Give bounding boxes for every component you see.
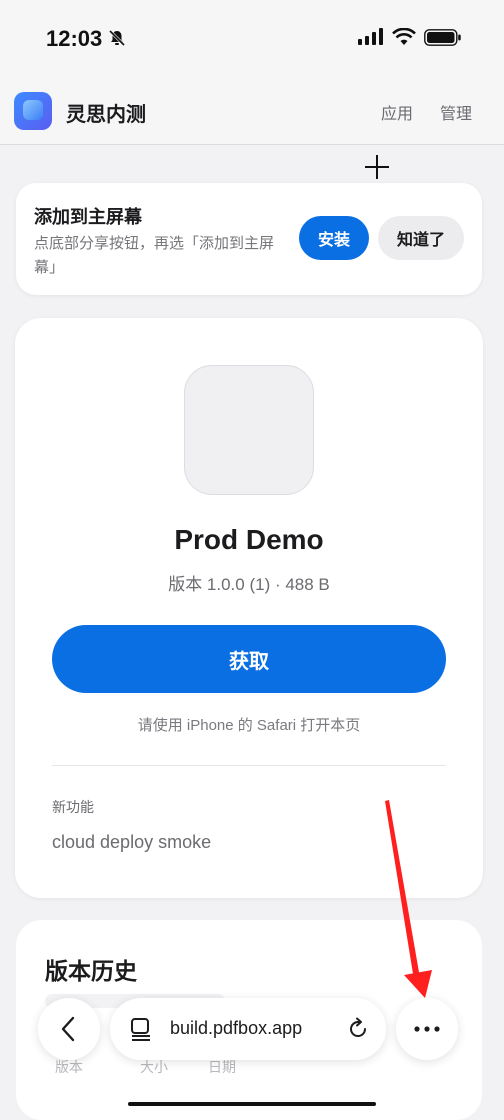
banner-description: 点底部分享按钮，再选「添加到主屏幕」	[34, 235, 275, 276]
banner-title: 添加到主屏幕	[34, 207, 142, 227]
more-options-button[interactable]	[396, 998, 458, 1060]
app-logo-icon	[14, 92, 52, 130]
nav-link-manage[interactable]: 管理	[440, 100, 472, 124]
cellular-signal-icon	[358, 28, 383, 45]
whats-new-text: cloud deploy smoke	[52, 832, 212, 852]
more-dots-icon	[414, 1026, 440, 1032]
column-header-date: 日期	[208, 1059, 236, 1075]
whats-new-label: 新功能	[52, 799, 94, 815]
chevron-left-icon	[61, 1016, 75, 1042]
column-header-version: 版本	[55, 1059, 83, 1075]
app-header: 灵思内测 应用 管理	[0, 78, 504, 145]
column-header-size: 大小	[140, 1059, 168, 1075]
silent-bell-icon	[108, 29, 126, 47]
app-name: Prod Demo	[174, 524, 324, 555]
page-menu-icon	[131, 1018, 150, 1041]
browser-back-button[interactable]	[38, 998, 100, 1060]
app-version: 版本 1.0.0 (1) · 488 B	[168, 575, 330, 594]
app-icon	[184, 365, 314, 495]
nav-link-apps[interactable]: 应用	[381, 100, 413, 124]
get-button[interactable]: 获取	[52, 625, 446, 693]
divider	[52, 765, 446, 766]
add-to-home-banner: 添加到主屏幕 点底部分享按钮，再选「添加到主屏幕」 安装 知道了	[16, 183, 482, 295]
url-text: build.pdfbox.app	[170, 1018, 303, 1038]
app-detail-card: Prod Demo 版本 1.0.0 (1) · 488 B 获取 请使用 iP…	[15, 318, 483, 898]
wifi-icon	[392, 28, 416, 45]
version-history-title: 版本历史	[45, 958, 137, 984]
plus-icon	[365, 155, 389, 179]
status-time: 12:03	[46, 26, 103, 51]
safari-hint: 请使用 iPhone 的 Safari 打开本页	[137, 717, 361, 734]
status-bar: 12:03	[0, 0, 504, 78]
reload-icon[interactable]	[346, 1017, 370, 1041]
install-button[interactable]: 安装	[299, 216, 369, 260]
site-title: 灵思内测	[66, 104, 146, 126]
dismiss-button[interactable]: 知道了	[378, 216, 464, 260]
address-bar[interactable]: build.pdfbox.app	[110, 998, 386, 1060]
battery-icon	[424, 29, 461, 46]
home-indicator	[128, 1102, 376, 1106]
